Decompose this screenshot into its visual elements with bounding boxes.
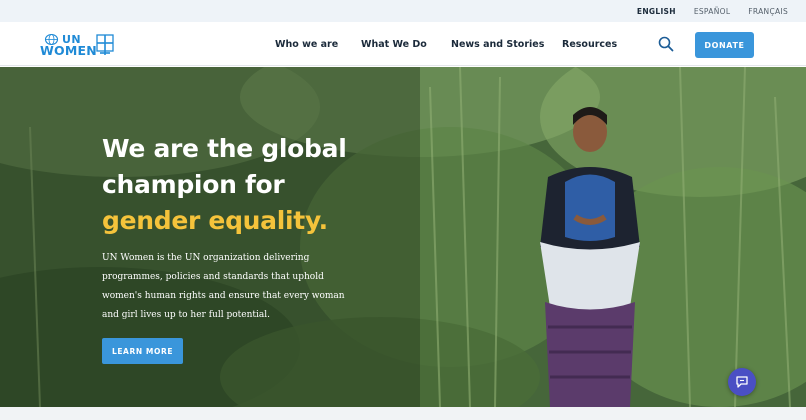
hero-headline: We are the global champion for gender eq… (102, 131, 382, 239)
un-women-logo[interactable]: UN WOMEN (40, 33, 118, 57)
nav-news-and-stories[interactable]: News and Stories (451, 39, 544, 50)
women-symbol-icon (96, 34, 114, 55)
hero-text-block: We are the global champion for gender eq… (102, 131, 382, 325)
page-bottom-edge (0, 407, 806, 420)
chat-button[interactable] (728, 368, 756, 396)
donate-button[interactable]: DONATE (695, 32, 754, 58)
logo-women-text: WOMEN (40, 43, 97, 58)
nav-what-we-do[interactable]: What We Do (361, 39, 427, 50)
main-navigation: UN WOMEN Who we are What We Do News and … (0, 22, 806, 66)
language-bar: ENGLISH ESPAÑOL FRANÇAIS (0, 0, 806, 22)
hero-headline-line1: We are the global (102, 134, 347, 163)
language-english-link[interactable]: ENGLISH (637, 7, 676, 16)
search-icon[interactable] (658, 36, 674, 52)
hero-headline-accent: gender equality. (102, 206, 328, 235)
learn-more-button[interactable]: LEARN MORE (102, 338, 183, 364)
nav-resources[interactable]: Resources (562, 39, 617, 50)
hero-headline-line2: champion for (102, 170, 285, 199)
language-francais-link[interactable]: FRANÇAIS (748, 7, 788, 16)
nav-who-we-are[interactable]: Who we are (275, 39, 338, 50)
chat-icon (736, 376, 748, 388)
language-espanol-link[interactable]: ESPAÑOL (694, 7, 730, 16)
hero-description: UN Women is the UN organization deliveri… (102, 253, 345, 320)
